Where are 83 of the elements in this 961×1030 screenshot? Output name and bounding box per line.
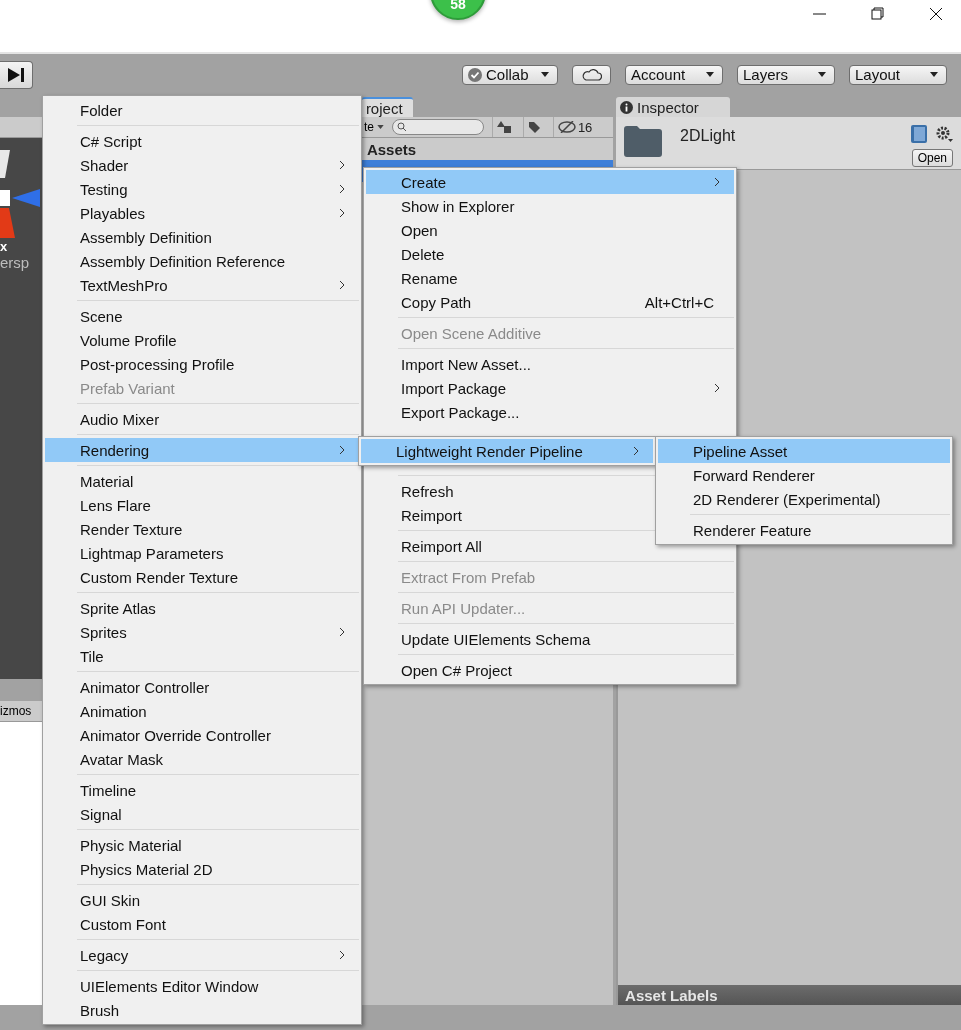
menu-item[interactable]: Rename [366, 266, 734, 290]
menu-item[interactable]: Legacy [45, 943, 359, 967]
menu-item[interactable]: Open C# Project [366, 658, 734, 682]
menu-item[interactable]: Post-processing Profile [45, 352, 359, 376]
cloud-button[interactable] [572, 64, 611, 85]
caret-icon [541, 72, 549, 77]
search-field[interactable] [391, 119, 484, 135]
menu-item[interactable]: Lightmap Parameters [45, 541, 359, 565]
axis-label: x [0, 239, 8, 254]
menu-item[interactable]: Rendering [45, 438, 359, 462]
menu-item[interactable]: Custom Font [45, 912, 359, 936]
projection-label[interactable]: ersp [0, 254, 30, 271]
menu-item[interactable]: 2D Renderer (Experimental) [658, 487, 950, 511]
menu-item[interactable]: Volume Profile [45, 328, 359, 352]
menu-item[interactable]: Show in Explorer [366, 194, 734, 218]
folder-icon [624, 125, 663, 157]
menu-item[interactable]: C# Script [45, 129, 359, 153]
collab-button[interactable]: Collab [462, 64, 558, 85]
menu-item[interactable]: Assembly Definition [45, 225, 359, 249]
menu-item[interactable]: Renderer Feature [658, 518, 950, 542]
menu-item[interactable]: Create [366, 170, 734, 194]
settings-icon[interactable] [935, 125, 953, 143]
step-button[interactable] [0, 60, 33, 89]
shapes-icon [496, 121, 511, 133]
menu-item[interactable]: Shader [45, 153, 359, 177]
create-dropdown[interactable]: te [361, 120, 384, 134]
menu-item[interactable]: Assembly Definition Reference [45, 249, 359, 273]
assets-header: Assets [361, 138, 614, 160]
menu-item[interactable]: Timeline [45, 778, 359, 802]
step-icon [6, 66, 26, 83]
caret-icon [706, 72, 714, 77]
open-button[interactable]: Open [911, 149, 953, 167]
menu-item[interactable]: Folder [45, 98, 359, 122]
caret-icon [376, 125, 384, 129]
asset-labels-bar[interactable]: Asset Labels [616, 985, 961, 1005]
menu-item[interactable]: Sprites [45, 620, 359, 644]
menu-item[interactable]: Brush [45, 998, 359, 1022]
asset-name: 2DLight [680, 127, 737, 146]
menu-item[interactable]: Animation [45, 699, 359, 723]
menu-item[interactable]: Pipeline Asset [658, 439, 950, 463]
menu-item[interactable]: Import New Asset... [366, 352, 734, 376]
menu-item[interactable]: Scene [45, 304, 359, 328]
dropdown-button[interactable]: Account [625, 64, 723, 85]
menu-item[interactable]: Physics Material 2D [45, 857, 359, 881]
hidden-eye-icon [557, 121, 576, 133]
info-icon [620, 100, 634, 114]
menu-item[interactable]: Audio Mixer [45, 407, 359, 431]
menu-item[interactable]: Import Package [366, 376, 734, 400]
menu-item[interactable]: Update UIElements Schema [366, 627, 734, 651]
menu-item[interactable]: Render Texture [45, 517, 359, 541]
menu-item[interactable]: Testing [45, 177, 359, 201]
menu-item[interactable]: Sprite Atlas [45, 596, 359, 620]
check-circle-icon [468, 67, 482, 82]
cloud-icon [581, 68, 602, 81]
menu-item[interactable]: Delete [366, 242, 734, 266]
caret-icon [930, 72, 938, 77]
search-icon [396, 122, 407, 132]
menu-item[interactable]: Material [45, 469, 359, 493]
menu-item[interactable]: TextMeshPro [45, 273, 359, 297]
tag-icon [527, 120, 541, 134]
menu-item[interactable]: Custom Render Texture [45, 565, 359, 589]
menu-item[interactable]: Lightweight Render Pipeline [361, 439, 653, 463]
dropdown-button[interactable]: Layout [849, 64, 947, 85]
menu-item[interactable]: Animator Override Controller [45, 723, 359, 747]
inspector-tab[interactable]: Inspector [616, 97, 731, 117]
menu-item[interactable]: GUI Skin [45, 888, 359, 912]
menu-item[interactable]: Open [366, 218, 734, 242]
gizmos-label[interactable]: izmos [0, 704, 32, 718]
menu-item[interactable]: Lens Flare [45, 493, 359, 517]
menu-item[interactable]: Physic Material [45, 833, 359, 857]
menu-item[interactable]: Playables [45, 201, 359, 225]
project-tab[interactable]: roject [361, 97, 413, 117]
menu-item[interactable]: Animator Controller [45, 675, 359, 699]
menu-item[interactable]: Export Package... [366, 400, 734, 424]
menu-item[interactable]: Forward Renderer [658, 463, 950, 487]
menu-item[interactable]: Copy Path Alt+Ctrl+C [366, 290, 734, 314]
menu-item[interactable]: Tile [45, 644, 359, 668]
menu-item[interactable]: Signal [45, 802, 359, 826]
hidden-packages-button[interactable]: 16 [552, 117, 597, 137]
caret-icon [818, 72, 826, 77]
dropdown-button[interactable]: Layers [737, 64, 835, 85]
menu-item[interactable]: UIElements Editor Window [45, 974, 359, 998]
menu-item[interactable]: Avatar Mask [45, 747, 359, 771]
